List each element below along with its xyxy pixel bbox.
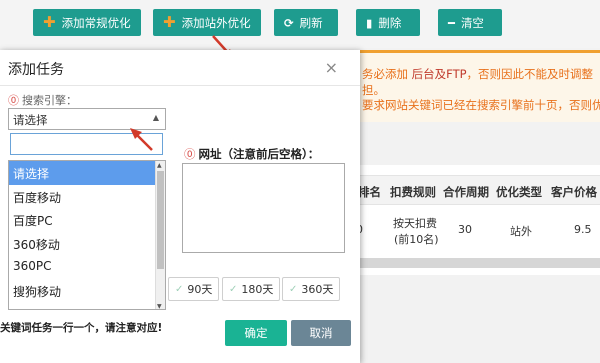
close-icon[interactable]: ×: [325, 58, 338, 77]
engine-options-list: 请选择 百度移动 百度PC 360移动 360PC 搜狗移动 ▲ ▼: [8, 160, 166, 310]
add-task-dialog: 添加任务 × ⓪ 搜索引擎： 请选择 ▲ 请选择 百度移动 百度PC 360移动 …: [0, 50, 360, 363]
trash-icon: ▮: [366, 15, 373, 30]
column-header: 排名: [358, 185, 381, 199]
check-icon: ✓: [175, 283, 184, 295]
option-item[interactable]: 请选择: [9, 161, 165, 185]
scroll-down-icon[interactable]: ▼: [157, 303, 162, 309]
period-cell: 30: [458, 223, 472, 236]
check-icon: ✓: [229, 283, 238, 295]
table-header: 排名 扣费规则 合作周期 优化类型 客户价格: [358, 175, 600, 205]
options-scrollbar[interactable]: ▲ ▼: [155, 161, 165, 309]
keyword-hint: 关键词任务一行一个，请注意对应!: [0, 322, 163, 334]
rule-cell-line-1: 按天扣费: [393, 217, 437, 230]
caret-up-icon: ▲: [152, 113, 159, 122]
clear-button[interactable]: ━ 清空: [438, 9, 502, 36]
price-cell: 9.5: [574, 223, 592, 236]
type-cell: 站外: [510, 225, 532, 238]
refresh-button[interactable]: ⟳ 刷新: [274, 9, 338, 36]
toolbar: ✚ 添加常规优化 ✚ 添加站外优化 ⟳ 刷新 ▮ 删除 ━ 清空: [0, 0, 600, 48]
column-header: 合作周期: [443, 185, 489, 199]
url-label: ⓪ 网址（注意前后空格）：: [184, 147, 320, 161]
refresh-icon: ⟳: [284, 15, 294, 30]
dialog-header: 添加任务 ×: [0, 50, 360, 86]
option-item[interactable]: 360移动: [9, 232, 165, 256]
period-180-button[interactable]: ✓ 180天: [222, 277, 281, 301]
plus-icon: ✚: [163, 13, 176, 31]
plus-icon: ✚: [43, 13, 56, 31]
column-header: 优化类型: [496, 185, 542, 199]
option-item[interactable]: 百度移动: [9, 185, 165, 209]
period-90-button[interactable]: ✓ 90天: [168, 277, 220, 301]
check-icon: ✓: [289, 283, 298, 295]
rule-cell-line-2: (前10名): [394, 233, 439, 246]
column-header: 扣费规则: [390, 185, 436, 199]
dialog-title: 添加任务: [8, 62, 64, 78]
cancel-button[interactable]: 取消: [291, 320, 351, 346]
confirm-button[interactable]: 确定: [225, 320, 287, 346]
notice-line-3: 要求网站关键词已经在搜索引擎前十页，否则优: [362, 98, 600, 112]
table-scrollbar[interactable]: [360, 258, 600, 268]
option-item[interactable]: 百度PC: [9, 208, 165, 232]
add-regular-optimization-button[interactable]: ✚ 添加常规优化: [33, 9, 141, 36]
option-item[interactable]: 搜狗移动: [9, 279, 165, 303]
minus-icon: ━: [448, 15, 455, 30]
period-360-button[interactable]: ✓ 360天: [282, 277, 341, 301]
annotation-arrow: [130, 128, 153, 151]
required-icon: ⓪: [8, 94, 19, 107]
notice-line-2: 担。: [362, 83, 385, 97]
option-item[interactable]: 360PC: [9, 255, 165, 279]
delete-button[interactable]: ▮ 删除: [356, 9, 420, 36]
scroll-up-icon[interactable]: ▲: [157, 162, 162, 169]
notice-line-1: 务必添加 后台及FTP，否则因此不能及时调整: [362, 67, 594, 81]
required-icon: ⓪: [184, 147, 196, 161]
engine-label: ⓪ 搜索引擎：: [8, 94, 77, 107]
scrollbar-thumb[interactable]: [157, 171, 164, 269]
column-header: 客户价格: [551, 185, 597, 199]
url-textarea[interactable]: [182, 163, 345, 253]
